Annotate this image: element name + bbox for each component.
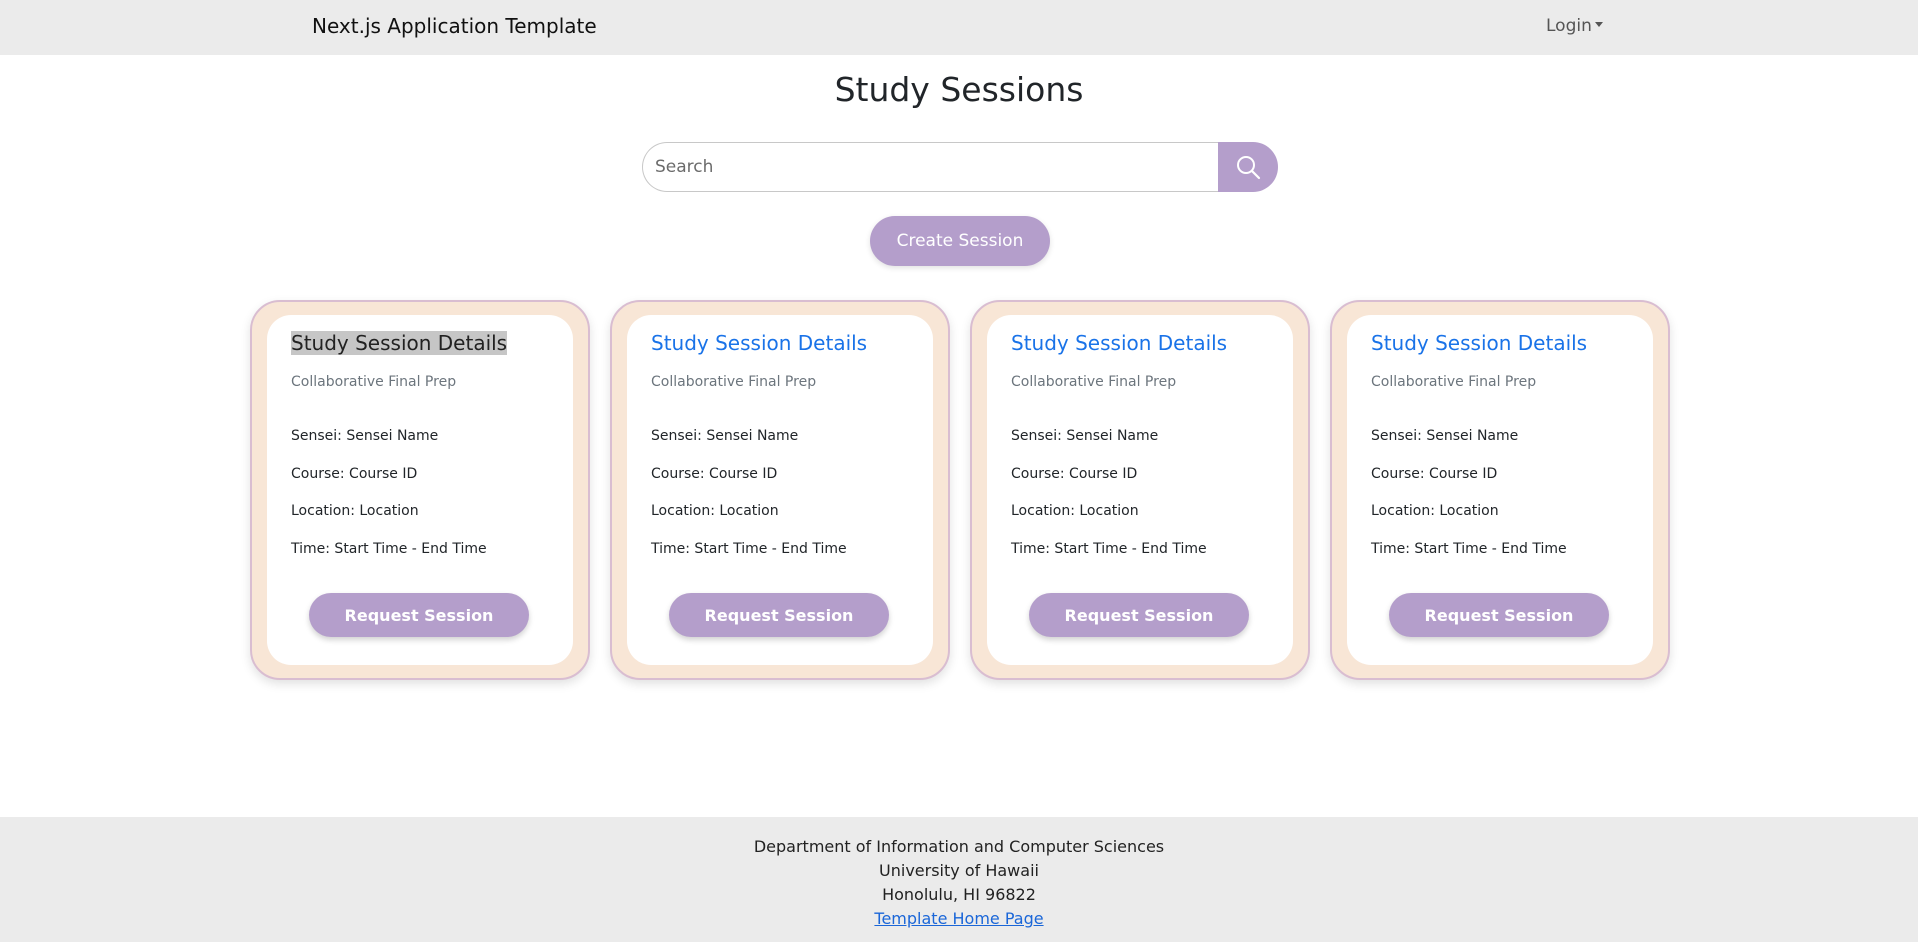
card-location: Location: Location — [651, 503, 779, 519]
footer-address: Honolulu, HI 96822 — [882, 885, 1036, 904]
card-time: Time: Start Time - End Time — [1371, 541, 1567, 557]
card-sensei: Sensei: Sensei Name — [1011, 428, 1159, 444]
footer: Department of Information and Computer S… — [0, 817, 1918, 942]
request-session-button[interactable]: Request Session — [309, 593, 529, 637]
page-title: Study Sessions — [834, 70, 1084, 109]
session-card-body: Study Session Details Collaborative Fina… — [267, 315, 573, 665]
session-card: Study Session Details Collaborative Fina… — [610, 300, 950, 680]
card-time: Time: Start Time - End Time — [1011, 541, 1207, 557]
search-input[interactable] — [642, 142, 1220, 192]
card-location: Location: Location — [1011, 503, 1139, 519]
session-card-body: Study Session Details Collaborative Fina… — [987, 315, 1293, 665]
card-subtitle: Collaborative Final Prep — [1371, 374, 1537, 390]
session-card: Study Session Details Collaborative Fina… — [250, 300, 590, 680]
session-card-list: Study Session Details Collaborative Fina… — [250, 300, 1670, 680]
search-button[interactable] — [1218, 142, 1278, 192]
card-subtitle: Collaborative Final Prep — [1011, 374, 1177, 390]
card-time: Time: Start Time - End Time — [291, 541, 487, 557]
card-sensei: Sensei: Sensei Name — [651, 428, 799, 444]
create-session-button[interactable]: Create Session — [870, 216, 1050, 266]
card-title[interactable]: Study Session Details — [1371, 331, 1587, 355]
card-course: Course: Course ID — [291, 466, 418, 482]
card-course: Course: Course ID — [1011, 466, 1138, 482]
request-session-button[interactable]: Request Session — [1029, 593, 1249, 637]
card-location: Location: Location — [1371, 503, 1499, 519]
navbar: Next.js Application Template Login — [0, 0, 1918, 55]
caret-down-icon — [1594, 21, 1603, 27]
search-icon — [1237, 156, 1261, 180]
template-home-link[interactable]: Template Home Page — [874, 909, 1043, 928]
request-session-button[interactable]: Request Session — [669, 593, 889, 637]
login-dropdown[interactable]: Login — [1546, 16, 1603, 36]
card-sensei: Sensei: Sensei Name — [291, 428, 439, 444]
card-subtitle: Collaborative Final Prep — [291, 374, 457, 390]
card-time: Time: Start Time - End Time — [651, 541, 847, 557]
card-title[interactable]: Study Session Details — [651, 331, 867, 355]
card-title[interactable]: Study Session Details — [1011, 331, 1227, 355]
footer-department: Department of Information and Computer S… — [753, 837, 1165, 856]
card-sensei: Sensei: Sensei Name — [1371, 428, 1519, 444]
card-title[interactable]: Study Session Details — [291, 331, 508, 355]
search-bar — [642, 142, 1278, 192]
login-label: Login — [1546, 16, 1592, 36]
brand-link[interactable]: Next.js Application Template — [312, 14, 597, 38]
session-card: Study Session Details Collaborative Fina… — [1330, 300, 1670, 680]
card-course: Course: Course ID — [1371, 466, 1498, 482]
request-session-button[interactable]: Request Session — [1389, 593, 1609, 637]
session-card-body: Study Session Details Collaborative Fina… — [1347, 315, 1653, 665]
session-card: Study Session Details Collaborative Fina… — [970, 300, 1310, 680]
card-course: Course: Course ID — [651, 466, 778, 482]
session-card-body: Study Session Details Collaborative Fina… — [627, 315, 933, 665]
card-location: Location: Location — [291, 503, 419, 519]
card-subtitle: Collaborative Final Prep — [651, 374, 817, 390]
footer-university: University of Hawaii — [879, 861, 1039, 880]
